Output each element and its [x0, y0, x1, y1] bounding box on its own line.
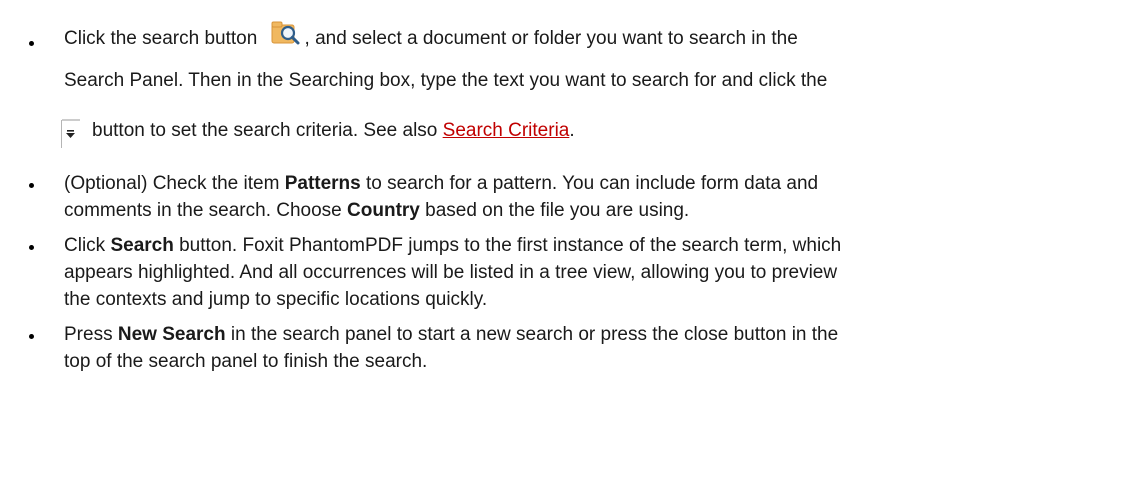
list-item-line: comments in the search. Choose Country b…	[64, 200, 690, 221]
list-item-line: Press New Search in the search panel to …	[64, 324, 839, 345]
list-item-line: button to set the search criteria. See a…	[61, 101, 1107, 151]
list-item-line: Click Search button. Foxit PhantomPDF ju…	[64, 235, 842, 256]
list-item: Press New Search in the search panel to …	[0, 321, 1121, 375]
bullet-icon	[29, 245, 34, 250]
list-item-line: Search Panel. Then in the Searching box,…	[64, 70, 828, 91]
instruction-list: Click the search button , and select a d…	[0, 0, 1121, 375]
list-item-line: (Optional) Check the item Patterns to se…	[64, 173, 819, 194]
list-item: Click Search button. Foxit PhantomPDF ju…	[0, 232, 1121, 313]
list-item-line: Click the search button , and select a d…	[64, 19, 1107, 59]
bullet-icon	[29, 41, 34, 46]
list-item: (Optional) Check the item Patterns to se…	[0, 170, 1121, 224]
list-item-line: top of the search panel to finish the se…	[64, 351, 428, 372]
dropdown-arrow-icon	[60, 114, 82, 148]
bullet-icon	[29, 183, 34, 188]
search-criteria-link[interactable]: Search Criteria	[443, 120, 570, 141]
list-item-line: the contexts and jump to specific locati…	[64, 289, 488, 310]
bullet-icon	[29, 334, 34, 339]
list-item: Click the search button , and select a d…	[0, 19, 1121, 151]
folder-search-icon	[271, 20, 301, 46]
list-item-line: appears highlighted. And all occurrences…	[64, 262, 838, 283]
